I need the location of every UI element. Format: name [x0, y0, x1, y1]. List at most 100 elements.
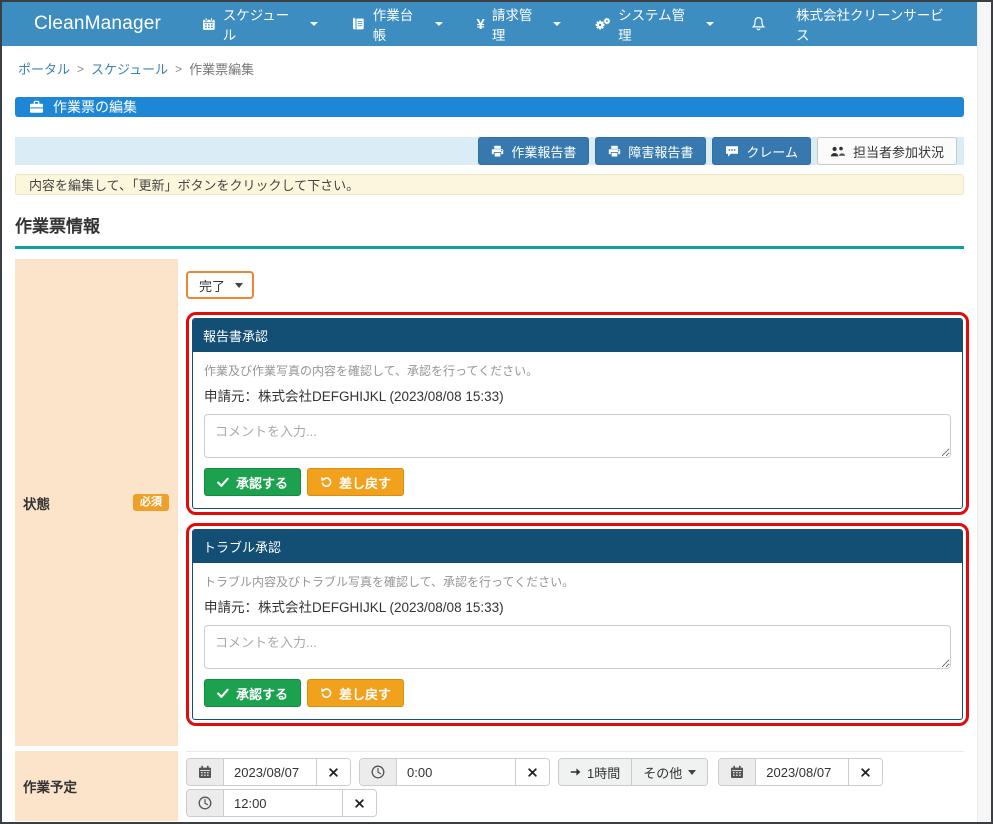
x-icon: [329, 768, 338, 777]
chevron-down-icon: [310, 22, 318, 26]
clock-icon: [371, 765, 385, 779]
status-label: 状態: [23, 493, 50, 513]
end-time-clock-button[interactable]: [187, 790, 224, 816]
page-title-bar: 作業票の編集: [15, 97, 964, 117]
button-label: 作業報告書: [511, 142, 576, 161]
nav-menu-schedule[interactable]: スケジュール: [185, 2, 335, 46]
breadcrumb-separator: >: [77, 62, 84, 76]
send-back-button[interactable]: 差し戻す: [307, 468, 404, 496]
status-select[interactable]: 完了: [186, 271, 254, 299]
breadcrumb-separator: >: [175, 62, 182, 76]
schedule-label-cell: 作業予定: [15, 751, 178, 821]
applicant-value: 株式会社DEFGHIJKL (2023/08/08 15:33): [258, 389, 504, 404]
one-hour-button[interactable]: 1時間: [559, 759, 631, 785]
send-back-button[interactable]: 差し戻す: [307, 679, 404, 707]
navbar-right: 株式会社クリーンサービス: [731, 2, 977, 46]
brand-logo[interactable]: CleanManager: [2, 13, 185, 35]
applicant-value: 株式会社DEFGHIJKL (2023/08/08 15:33): [258, 600, 504, 615]
reject-label: 差し戻す: [339, 473, 391, 492]
x-icon: [355, 799, 364, 808]
chevron-down-icon: [688, 770, 696, 775]
trouble-approval-panel: トラブル承認 トラブル内容及びトラブル写真を確認して、承認を行ってください。 申…: [192, 529, 963, 720]
status-content-cell: 完了 報告書承認 作業及び作業写真の内容を確認して、承認を行ってください。 申請…: [186, 259, 964, 746]
users-icon: [830, 145, 846, 158]
chevron-down-icon: [435, 22, 443, 26]
panel-body: トラブル内容及びトラブル写真を確認して、承認を行ってください。 申請元：株式会社…: [193, 563, 962, 719]
end-date-input[interactable]: [756, 759, 848, 785]
yen-icon: ¥: [477, 16, 485, 33]
schedule-line-1: 1時間 その他: [186, 758, 964, 786]
report-comment-input[interactable]: [204, 414, 951, 458]
bell-icon: [751, 16, 766, 32]
end-time-group: [186, 789, 377, 817]
undo-icon: [320, 687, 332, 699]
panel-title: トラブル承認: [193, 530, 962, 563]
breadcrumb: ポータル > スケジュール > 作業票編集: [18, 59, 964, 78]
nav-menu-label: スケジュール: [223, 4, 301, 44]
arrow-right-icon: [570, 767, 581, 777]
applicant-line: 申請元：株式会社DEFGHIJKL (2023/08/08 15:33): [204, 596, 951, 616]
top-navbar: CleanManager スケジュール 作業台帳 ¥ 請求管理 システム管理: [2, 2, 977, 46]
edit-notice: 内容を編集して、「更新」ボタンをクリックして下さい。: [15, 174, 964, 195]
participation-button[interactable]: 担当者参加状況: [817, 137, 957, 165]
start-date-input[interactable]: [224, 759, 316, 785]
start-date-group: [186, 758, 351, 786]
status-row: 状態 必須 完了 報告書承認 作業及び作業写真の内容を確認して、承認を行ってくだ…: [15, 259, 964, 746]
approve-label: 承認する: [236, 473, 288, 492]
nav-menu-system[interactable]: システム管理: [578, 2, 731, 46]
start-date-calendar-button[interactable]: [187, 759, 224, 785]
printer-icon: [608, 145, 621, 158]
toolbar-band: 作業報告書 障害報告書 クレーム 担当者参加状況: [15, 137, 964, 165]
status-label-cell: 状態 必須: [15, 259, 178, 746]
button-label: 担当者参加状況: [853, 142, 944, 161]
vertical-scrollbar[interactable]: [977, 2, 991, 822]
breadcrumb-portal[interactable]: ポータル: [18, 59, 70, 78]
schedule-row: 作業予定: [15, 751, 964, 821]
applicant-label: 申請元：: [204, 389, 258, 404]
approve-button[interactable]: 承認する: [204, 468, 301, 496]
breadcrumb-schedule[interactable]: スケジュール: [91, 59, 168, 78]
duration-button-group: 1時間 その他: [558, 758, 708, 786]
start-time-group: [359, 758, 550, 786]
start-time-clock-button[interactable]: [360, 759, 397, 785]
button-label: 1時間: [587, 763, 620, 782]
trouble-report-button[interactable]: 障害報告書: [595, 137, 706, 165]
chevron-down-icon: [553, 22, 561, 26]
clear-start-date-button[interactable]: [316, 759, 350, 785]
work-report-button[interactable]: 作業報告書: [478, 137, 589, 165]
check-icon: [217, 688, 229, 699]
briefcase-icon: [29, 100, 44, 114]
clear-end-date-button[interactable]: [848, 759, 882, 785]
button-label: 障害報告書: [628, 142, 693, 161]
schedule-label: 作業予定: [23, 776, 77, 796]
notifications-button[interactable]: [731, 2, 786, 46]
report-approval-highlight: 報告書承認 作業及び作業写真の内容を確認して、承認を行ってください。 申請元：株…: [186, 312, 969, 515]
x-icon: [528, 768, 537, 777]
other-duration-button[interactable]: その他: [631, 759, 707, 785]
nav-menu-label: システム管理: [618, 4, 697, 44]
nav-menu-label: 請求管理: [492, 4, 545, 44]
report-approval-panel: 報告書承認 作業及び作業写真の内容を確認して、承認を行ってください。 申請元：株…: [192, 318, 963, 509]
claim-button[interactable]: クレーム: [712, 137, 811, 165]
company-menu[interactable]: 株式会社クリーンサービス: [786, 2, 977, 46]
nav-menu-billing[interactable]: ¥ 請求管理: [460, 2, 579, 46]
chevron-down-icon: [235, 283, 243, 288]
panel-buttons: 承認する 差し戻す: [204, 468, 951, 496]
end-date-calendar-button[interactable]: [719, 759, 756, 785]
calendar-icon: [198, 765, 212, 779]
schedule-content-cell: 1時間 その他: [186, 751, 964, 821]
breadcrumb-current: 作業票編集: [189, 59, 254, 78]
clear-start-time-button[interactable]: [515, 759, 549, 785]
approve-button[interactable]: 承認する: [204, 679, 301, 707]
start-time-input[interactable]: [397, 759, 515, 785]
chevron-down-icon: [706, 22, 714, 26]
trouble-comment-input[interactable]: [204, 625, 951, 669]
clear-end-time-button[interactable]: [342, 790, 376, 816]
book-icon: [352, 17, 366, 31]
end-time-input[interactable]: [224, 790, 342, 816]
clock-icon: [198, 796, 212, 810]
nav-menu-ledger[interactable]: 作業台帳: [335, 2, 459, 46]
undo-icon: [320, 476, 332, 488]
approve-label: 承認する: [236, 684, 288, 703]
panel-description: トラブル内容及びトラブル写真を確認して、承認を行ってください。: [204, 573, 951, 590]
